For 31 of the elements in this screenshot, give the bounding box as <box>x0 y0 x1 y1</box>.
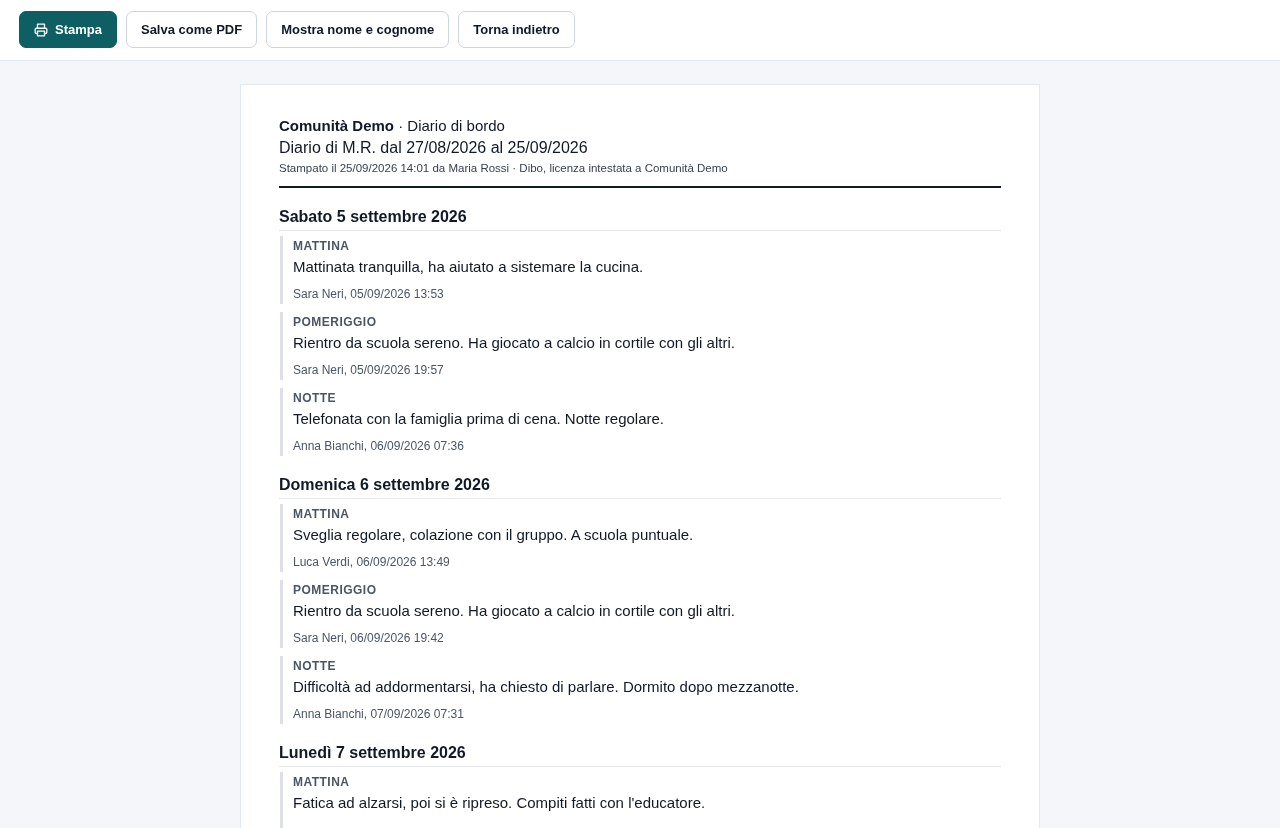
shift-label: MATTINA <box>293 506 351 522</box>
shift-label: POMERIGGIO <box>293 314 378 330</box>
entry-author: Anna Bianchi, 06/09/2026 07:36 <box>293 438 465 454</box>
day-heading: Sabato 5 settembre 2026 <box>279 207 467 227</box>
shift-label: POMERIGGIO <box>293 582 378 598</box>
toolbar-button[interactable]: Torna indietro <box>458 11 575 48</box>
entry-text: Fatica ad alzarsi, poi si è ripreso. Compiti fatti con l'educatore. <box>293 793 707 813</box>
document-title: Comunità Demo · Diario di bordo <box>279 116 506 136</box>
entry-author: Luca Verdi, 06/09/2026 13:49 <box>293 554 451 570</box>
day-heading: Domenica 6 settembre 2026 <box>279 475 490 495</box>
entry-author: Sara Neri, 05/09/2026 19:57 <box>293 362 445 378</box>
entry-text: Rientro da scuola sereno. Ha giocato a calcio in cortile con gli altri. <box>293 601 736 621</box>
shift-label: NOTTE <box>293 658 338 674</box>
shift-label: MATTINA <box>293 238 351 254</box>
printer-icon <box>34 22 48 37</box>
entry-text: Difficoltà ad addormentarsi, ha chiesto di parlare. Dormito dopo mezzanotte. <box>293 677 800 697</box>
entry-text: Telefonata con la famiglia prima di cena. Notte regolare. <box>293 409 666 429</box>
entry-author: Sara Neri, 06/09/2026 19:42 <box>293 630 445 646</box>
toolbar-button[interactable]: Mostra nome e cognome <box>266 11 450 48</box>
entry-text: Rientro da scuola sereno. Ha giocato a calcio in cortile con gli altri. <box>293 333 736 353</box>
entry-text: Sveglia regolare, colazione con il gruppo. A scuola puntuale. <box>293 525 695 545</box>
print-info: Stampato il 25/09/2026 14:01 da Maria Rossi · Dibo, licenza intestata a Comunità Demo <box>279 161 729 176</box>
entry-text: Mattinata tranquilla, ha aiutato a sistemare la cucina. <box>293 257 645 277</box>
shift-label: MATTINA <box>293 774 351 790</box>
day-heading: Lunedì 7 settembre 2026 <box>279 743 466 763</box>
toolbar-button[interactable]: Salva come PDF <box>125 11 258 48</box>
document-subtitle: Diario di M.R. dal 27/08/2026 al 25/09/2026 <box>279 138 589 158</box>
entry-author: Anna Bianchi, 07/09/2026 07:31 <box>293 706 465 722</box>
toolbar-button[interactable]: Stampa <box>19 11 117 48</box>
entry-author: Sara Neri, 05/09/2026 13:53 <box>293 286 445 302</box>
shift-label: NOTTE <box>293 390 338 406</box>
